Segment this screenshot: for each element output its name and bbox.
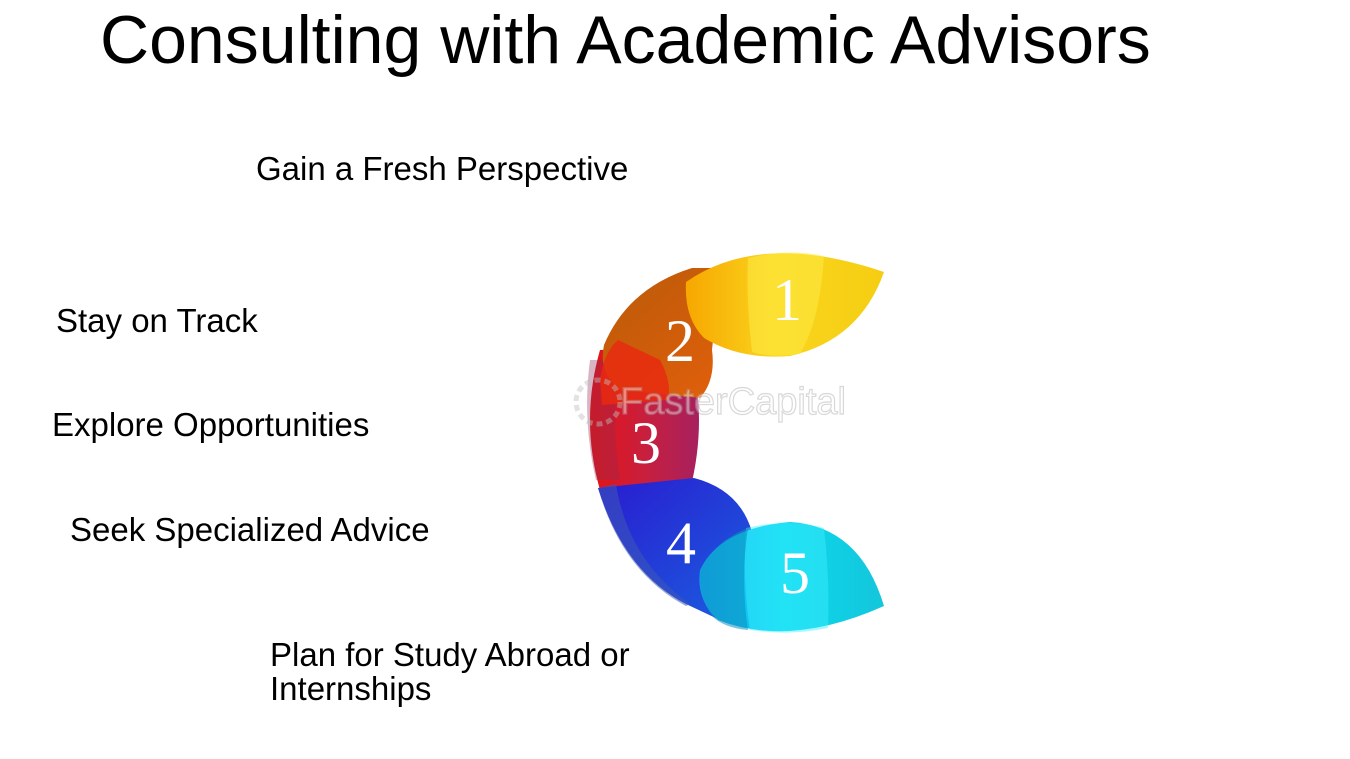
page-title: Consulting with Academic Advisors bbox=[100, 2, 1151, 78]
step-number-1: 1 bbox=[772, 267, 802, 333]
step-label-1: Gain a Fresh Perspective bbox=[256, 150, 629, 187]
step-number-2: 2 bbox=[665, 308, 695, 374]
step-label-3: Explore Opportunities bbox=[52, 406, 370, 443]
step-label-2: Stay on Track bbox=[56, 302, 258, 339]
c-shaped-step-diagram: FasterCapital 1 2 3 4 5 bbox=[573, 252, 884, 633]
step-number-5: 5 bbox=[780, 540, 810, 606]
step-label-4: Seek Specialized Advice bbox=[70, 511, 430, 548]
step-number-4: 4 bbox=[666, 510, 696, 576]
step-number-3: 3 bbox=[631, 410, 661, 476]
